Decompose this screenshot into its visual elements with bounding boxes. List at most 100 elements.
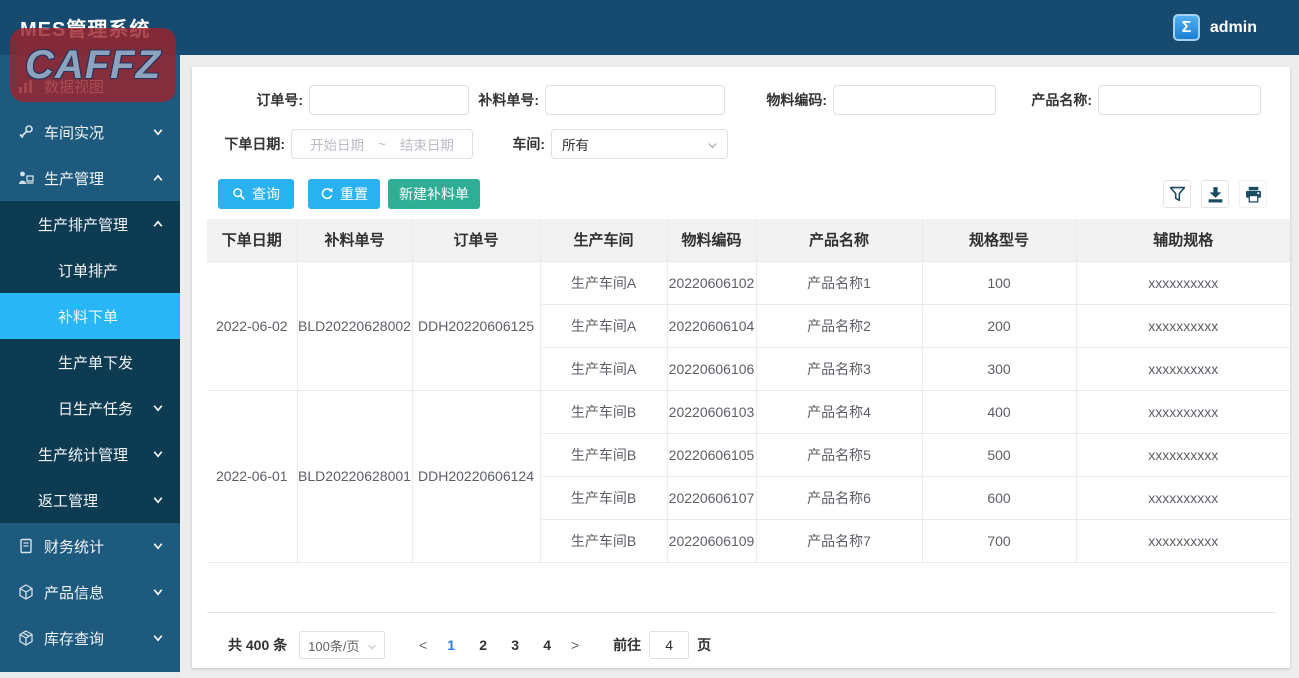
sidebar-item-production-stats[interactable]: 生产统计管理 bbox=[0, 431, 180, 477]
sidebar-item-product-info[interactable]: 产品信息 bbox=[0, 569, 180, 615]
sidebar-nav: 数据视图 车间实况 生产管理 生产排产管理 订单排产 bbox=[0, 55, 180, 672]
sidebar-item-label: 日生产任务 bbox=[58, 400, 134, 418]
new-refill-order-button[interactable]: 新建补料单 bbox=[388, 179, 480, 209]
page-size-select[interactable]: 100条/页 bbox=[299, 631, 386, 659]
workshop-select-value: 所有 bbox=[562, 138, 589, 153]
chevron-down-icon bbox=[153, 635, 163, 642]
cell-workshop: 生产车间A bbox=[540, 303, 668, 348]
refill-no-label: 补料单号: bbox=[478, 92, 539, 108]
sidebar-item-production-dispatch[interactable]: 生产单下发 bbox=[0, 339, 180, 385]
cell-aux-spec: xxxxxxxxxx bbox=[1075, 303, 1290, 348]
export-download-button[interactable] bbox=[1201, 180, 1229, 208]
chevron-down-icon bbox=[153, 129, 163, 136]
cell-aux-spec: xxxxxxxxxx bbox=[1075, 389, 1290, 434]
cell-material-code: 20220606109 bbox=[666, 518, 757, 563]
reset-button[interactable]: 重置 bbox=[308, 179, 380, 209]
footer-divider bbox=[207, 612, 1275, 613]
col-header-product-name: 产品名称 bbox=[755, 219, 923, 262]
sidebar-item-refill-order[interactable]: 补料下单 bbox=[0, 293, 180, 339]
material-code-label: 物料编码: bbox=[766, 92, 827, 108]
chevron-down-icon bbox=[153, 589, 163, 596]
refill-no-input[interactable] bbox=[545, 85, 725, 115]
user-menu[interactable]: Σ admin bbox=[1172, 14, 1257, 41]
page-size-value: 100条/页 bbox=[308, 638, 360, 654]
cell-workshop: 生产车间A bbox=[540, 346, 668, 391]
col-header-material-code: 物料编码 bbox=[666, 219, 757, 262]
page-number-2[interactable]: 2 bbox=[467, 637, 499, 653]
page-number-4[interactable]: 4 bbox=[531, 637, 563, 653]
product-name-input[interactable] bbox=[1098, 85, 1261, 115]
pagination-bar: 共 400 条 100条/页 < 1 2 3 4 > 前往 页 bbox=[228, 625, 711, 665]
chevron-down-icon bbox=[153, 451, 163, 458]
sidebar-item-inventory-query[interactable]: 库存查询 bbox=[0, 615, 180, 661]
goto-suffix: 页 bbox=[697, 637, 712, 653]
goto-label: 前往 bbox=[613, 637, 642, 653]
top-header: MES管理系统 Σ admin bbox=[0, 0, 1299, 55]
cell-spec: 300 bbox=[921, 346, 1077, 391]
chevron-down-icon bbox=[153, 543, 163, 550]
workshop-select[interactable]: 所有 bbox=[551, 129, 728, 159]
sidebar-item-label: 返工管理 bbox=[38, 492, 99, 510]
sidebar-item-daily-tasks[interactable]: 日生产任务 bbox=[0, 385, 180, 431]
sidebar-item-label: 生产管理 bbox=[44, 170, 105, 188]
filter-refill-no: 补料单号: bbox=[477, 85, 725, 115]
caffz-watermark: CAFFZ bbox=[10, 28, 176, 102]
cell-spec: 200 bbox=[921, 303, 1077, 348]
material-code-input[interactable] bbox=[833, 85, 996, 115]
cell-material-code: 20220606105 bbox=[666, 432, 757, 477]
order-no-input[interactable] bbox=[309, 85, 469, 115]
cell-order-no: DDH20220606124 bbox=[411, 389, 541, 563]
page-number-3[interactable]: 3 bbox=[499, 637, 531, 653]
goto-page-input[interactable] bbox=[649, 631, 690, 659]
filter-funnel-button[interactable] bbox=[1163, 180, 1191, 208]
filter-workshop: 车间: 所有 bbox=[497, 129, 728, 159]
cell-order-date: 2022-06-02 bbox=[207, 260, 298, 391]
table-row: 2022-06-01 BLD20220628001 DDH20220606124… bbox=[207, 389, 1290, 563]
sidebar-item-label: 生产统计管理 bbox=[38, 446, 129, 464]
col-header-aux-spec: 辅助规格 bbox=[1075, 219, 1290, 262]
filter-material-code: 物料编码: bbox=[762, 85, 996, 115]
date-end-placeholder: 结束日期 bbox=[399, 138, 454, 153]
cell-product-name: 产品名称5 bbox=[755, 432, 923, 477]
cell-order-no: DDH20220606125 bbox=[411, 260, 541, 391]
refresh-icon bbox=[321, 188, 333, 200]
sidebar-item-finance-stats[interactable]: 财务统计 bbox=[0, 523, 180, 569]
username: admin bbox=[1209, 18, 1257, 36]
cell-aux-spec: xxxxxxxxxx bbox=[1075, 432, 1290, 477]
sidebar-item-order-scheduling[interactable]: 订单排产 bbox=[0, 247, 180, 293]
chevron-down-icon bbox=[708, 143, 717, 149]
cell-product-name: 产品名称1 bbox=[755, 260, 923, 305]
document-icon bbox=[20, 538, 32, 554]
col-header-order-no: 订单号 bbox=[411, 219, 541, 262]
cell-spec: 700 bbox=[921, 518, 1077, 563]
new-refill-order-label: 新建补料单 bbox=[399, 186, 469, 202]
filter-order-no: 订单号: bbox=[218, 85, 469, 115]
cell-material-code: 20220606106 bbox=[666, 346, 757, 391]
search-icon bbox=[233, 188, 245, 200]
printer-icon bbox=[1245, 186, 1261, 203]
download-icon bbox=[1208, 186, 1222, 202]
cell-refill-no: BLD20220628002 bbox=[296, 260, 413, 391]
box-icon bbox=[19, 630, 33, 646]
cell-workshop: 生产车间B bbox=[539, 389, 668, 434]
prev-page-button[interactable]: < bbox=[411, 637, 435, 653]
next-page-button[interactable]: > bbox=[563, 637, 587, 653]
print-button[interactable] bbox=[1239, 180, 1267, 208]
production-person-icon bbox=[19, 171, 34, 184]
chevron-down-icon bbox=[153, 405, 163, 412]
sidebar-item-scheduling-mgmt[interactable]: 生产排产管理 bbox=[0, 201, 180, 247]
sidebar-item-rework-mgmt[interactable]: 返工管理 bbox=[0, 477, 180, 523]
page-number-1[interactable]: 1 bbox=[435, 637, 467, 653]
workshop-tool-icon bbox=[19, 125, 33, 139]
sidebar-item-label: 财务统计 bbox=[44, 538, 105, 556]
refill-orders-table: 下单日期 补料单号 订单号 生产车间 物料编码 产品名称 规格型号 辅助规格 2… bbox=[207, 219, 1290, 563]
cell-aux-spec: xxxxxxxxxx bbox=[1075, 260, 1290, 305]
search-button[interactable]: 查询 bbox=[218, 179, 294, 209]
cell-aux-spec: xxxxxxxxxx bbox=[1075, 518, 1290, 563]
main-area: 订单号: 补料单号: 物料编码: 产品名称: 下单日期: 开始日期 ~ 结束日期… bbox=[180, 55, 1299, 678]
sidebar-item-workshop-live[interactable]: 车间实况 bbox=[0, 109, 180, 155]
product-name-label: 产品名称: bbox=[1031, 92, 1092, 108]
sidebar-item-production-mgmt[interactable]: 生产管理 bbox=[0, 155, 180, 201]
cell-material-code: 20220606103 bbox=[666, 389, 757, 434]
date-range-picker[interactable]: 开始日期 ~ 结束日期 bbox=[291, 129, 473, 159]
